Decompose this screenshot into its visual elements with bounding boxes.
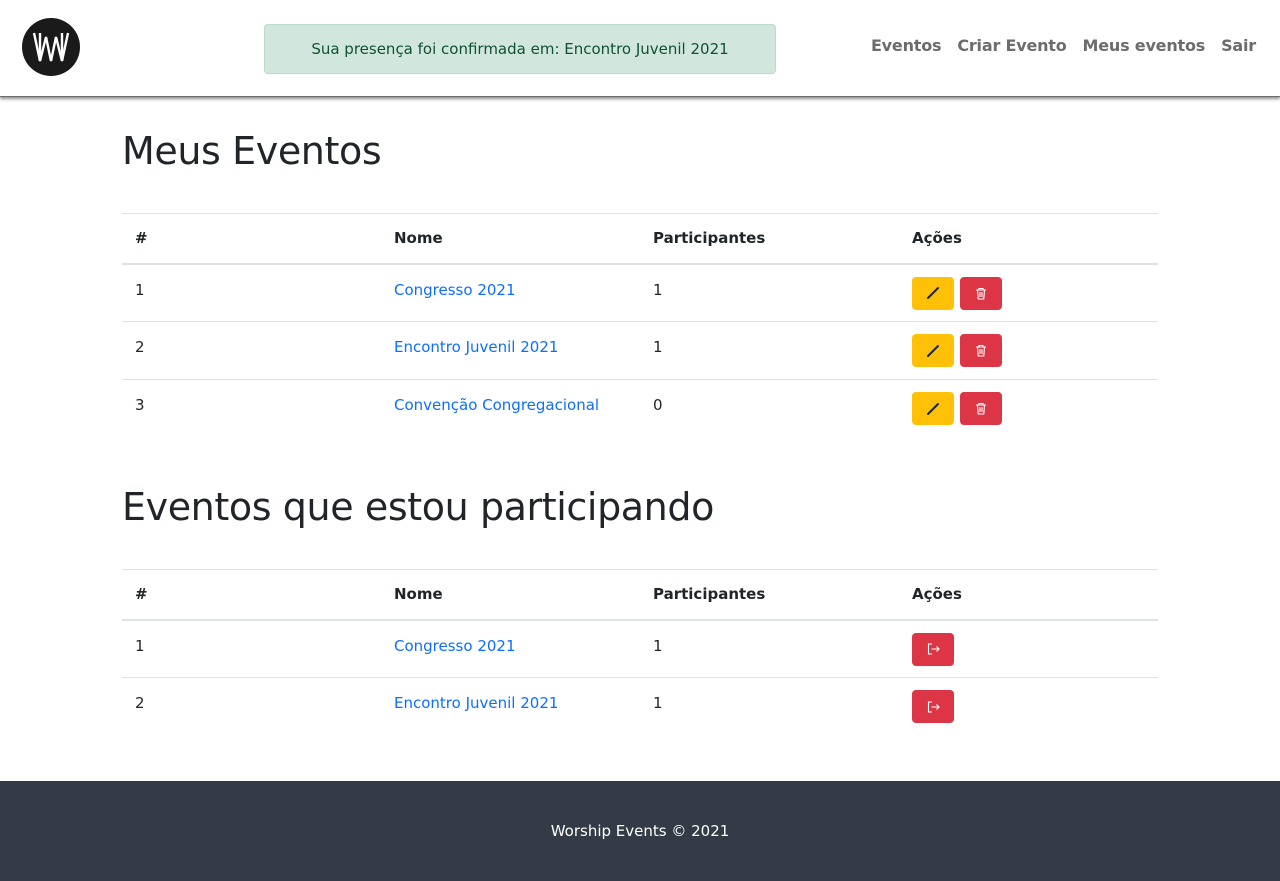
row-actions: [899, 620, 1158, 678]
nav-sair[interactable]: Sair: [1221, 36, 1256, 55]
table-header-row: # Nome Participantes Ações: [122, 213, 1158, 264]
row-number: 3: [135, 396, 145, 414]
row-participants: 1: [653, 636, 663, 655]
footer-copyright: Worship Events © 2021: [550, 822, 730, 840]
participating-events-table: # Nome Participantes Ações 1 Congresso 2…: [122, 569, 1158, 736]
row-actions: [899, 264, 1158, 322]
row-participants: 1: [653, 338, 663, 356]
leave-event-button[interactable]: [912, 632, 954, 666]
table-row: 2 Encontro Juvenil 2021 1: [122, 678, 1158, 736]
main-nav: Eventos Criar Evento Meus eventos Sair: [871, 36, 1256, 55]
exit-icon: [927, 643, 940, 655]
col-name: Nome: [394, 585, 443, 604]
row-number: 2: [135, 338, 145, 356]
col-participants: Participantes: [653, 585, 766, 604]
my-events-title: Meus Eventos: [122, 129, 382, 173]
row-actions: [899, 678, 1158, 736]
col-actions: Ações: [912, 229, 962, 248]
nav-criar-evento[interactable]: Criar Evento: [957, 36, 1066, 55]
delete-button[interactable]: [959, 334, 1002, 367]
col-number: #: [135, 229, 148, 248]
table-header-row: # Nome Participantes Ações: [122, 569, 1158, 620]
row-actions: [899, 380, 1158, 438]
event-link[interactable]: Congresso 2021: [394, 281, 516, 299]
pencil-icon: [927, 287, 939, 299]
delete-button[interactable]: [959, 276, 1002, 310]
edit-button[interactable]: [912, 334, 954, 367]
my-events-table: # Nome Participantes Ações 1 Congresso 2…: [122, 213, 1158, 438]
row-number: 1: [135, 636, 145, 655]
leave-event-button[interactable]: [912, 690, 954, 723]
event-link[interactable]: Congresso 2021: [394, 637, 516, 655]
col-actions: Ações: [912, 585, 962, 604]
event-link[interactable]: Encontro Juvenil 2021: [394, 694, 558, 712]
edit-button[interactable]: [912, 276, 954, 310]
worship-events-logo-icon: [32, 32, 70, 62]
top-navbar: Sua presença foi confirmada em: Encontro…: [0, 0, 1280, 97]
edit-button[interactable]: [912, 392, 954, 425]
table-row: 2 Encontro Juvenil 2021 1: [122, 322, 1158, 380]
trash-icon: [975, 287, 986, 300]
exit-icon: [927, 700, 940, 713]
trash-icon: [975, 344, 986, 357]
table-row: 1 Congresso 2021 1: [122, 264, 1158, 322]
row-actions: [899, 322, 1158, 380]
participating-events-title: Eventos que estou participando: [122, 485, 714, 529]
row-participants: 1: [653, 694, 663, 712]
pencil-icon: [927, 344, 939, 357]
logo[interactable]: [22, 18, 80, 76]
table-row: 1 Congresso 2021 1: [122, 620, 1158, 678]
footer: Worship Events © 2021: [0, 781, 1280, 881]
table-row: 3 Convenção Congregacional 0: [122, 380, 1158, 438]
row-number: 1: [135, 280, 145, 299]
delete-button[interactable]: [959, 392, 1002, 425]
col-number: #: [135, 585, 148, 604]
event-link[interactable]: Encontro Juvenil 2021: [394, 338, 558, 356]
alert-message: Sua presença foi confirmada em: Encontro…: [311, 40, 729, 58]
row-participants: 0: [653, 396, 663, 414]
nav-meus-eventos[interactable]: Meus eventos: [1083, 36, 1206, 55]
row-number: 2: [135, 694, 145, 712]
col-name: Nome: [394, 229, 443, 248]
row-participants: 1: [653, 280, 663, 299]
pencil-icon: [927, 402, 939, 415]
event-link[interactable]: Convenção Congregacional: [394, 396, 599, 414]
success-alert: Sua presença foi confirmada em: Encontro…: [264, 24, 776, 74]
nav-eventos[interactable]: Eventos: [871, 36, 942, 55]
col-participants: Participantes: [653, 229, 766, 248]
trash-icon: [975, 402, 986, 415]
